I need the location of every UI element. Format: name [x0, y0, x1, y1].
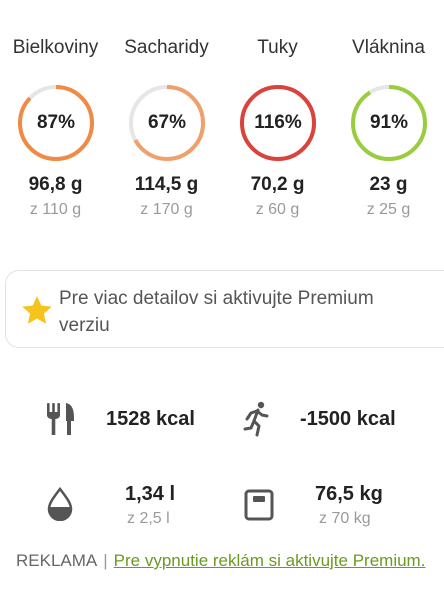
weight-value: 76,5 kg: [315, 483, 383, 505]
water-drop-icon: [47, 487, 73, 521]
macro-amount: 70,2 g: [250, 174, 305, 195]
ad-label: REKLAMA: [16, 551, 98, 570]
progress-ring: 91%: [350, 84, 428, 162]
water-goal: z 2,5 l: [127, 510, 170, 527]
premium-message: Pre viac detailov si aktivujte Premium v…: [59, 288, 374, 336]
macro-percent: 116%: [254, 112, 302, 133]
activity-kcal: -1500 kcal: [300, 408, 396, 430]
macro-name: Bielkoviny: [12, 37, 99, 58]
food-kcal: 1528 kcal: [106, 408, 195, 430]
stat-water[interactable]: 1,34 l z 2,5 l: [0, 478, 222, 538]
macro-goal: z 170 g: [140, 201, 193, 218]
weight-goal: z 70 kg: [319, 510, 371, 527]
macro-percent: 67%: [147, 112, 187, 133]
macro-name: Sacharidy: [124, 37, 209, 58]
macro-percent: 91%: [369, 112, 409, 133]
progress-ring: 87%: [17, 84, 95, 162]
scale-icon: [244, 489, 274, 521]
stat-weight[interactable]: 76,5 kg z 70 kg: [222, 478, 444, 538]
remove-ads-link[interactable]: Pre vypnutie reklám si aktivujte Premium…: [114, 551, 426, 570]
premium-banner[interactable]: Pre viac detailov si aktivujte Premium v…: [5, 270, 444, 348]
star-icon: [22, 296, 52, 324]
stat-food[interactable]: 1528 kcal: [0, 395, 222, 445]
macro-goal: z 110 g: [29, 201, 82, 218]
macro-amount: 96,8 g: [28, 174, 83, 195]
macro-name: Vláknina: [352, 37, 425, 58]
progress-ring: 67%: [128, 84, 206, 162]
ad-separator: |: [103, 551, 108, 570]
stat-activity[interactable]: -1500 kcal: [222, 395, 444, 445]
water-value: 1,34 l: [125, 483, 176, 505]
fork-knife-icon: [47, 403, 74, 435]
ad-bar: REKLAMA | Pre vypnutie reklám si aktivujte…: [16, 551, 425, 571]
macro-amount: 23 g: [369, 174, 408, 195]
macro-goal: z 60 g: [255, 201, 300, 218]
running-icon: [243, 401, 269, 437]
macro-summary: Bielkoviny 87% 96,8 g z 110 g Sacharidy …: [0, 0, 444, 240]
macro-name: Tuky: [257, 37, 298, 58]
macro-goal: z 25 g: [366, 201, 411, 218]
macro-percent: 87%: [36, 112, 76, 133]
macro-amount: 114,5 g: [134, 174, 199, 195]
progress-ring: 116%: [239, 84, 317, 162]
